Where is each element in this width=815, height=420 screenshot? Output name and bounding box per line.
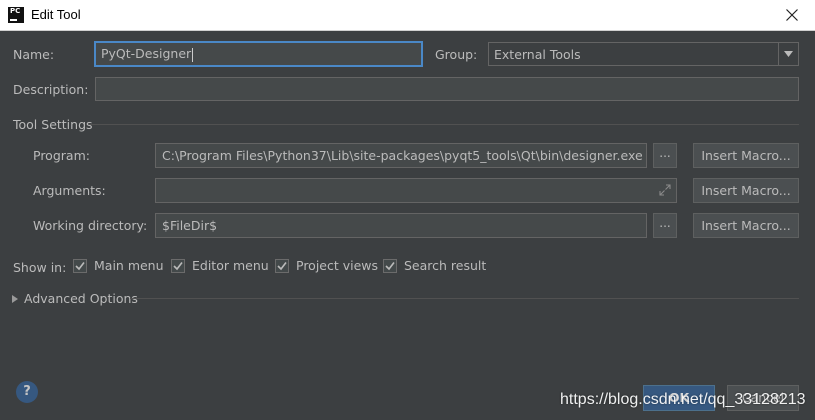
- pycharm-logo-icon: PC: [8, 7, 24, 23]
- checkbox-box[interactable]: [383, 259, 397, 273]
- checkbox-box[interactable]: [171, 259, 185, 273]
- checkmark-icon: [277, 262, 287, 271]
- group-dropdown-button[interactable]: [778, 43, 798, 65]
- working-directory-label: Working directory:: [33, 218, 148, 233]
- name-input-value: PyQt-Designer: [101, 46, 192, 61]
- working-directory-input[interactable]: $FileDir$: [155, 213, 647, 238]
- close-icon: [786, 9, 798, 21]
- search-result-checkbox-label: Search result: [404, 258, 487, 273]
- advanced-options-label: Advanced Options: [24, 291, 138, 306]
- main-menu-checkbox-label: Main menu: [94, 258, 164, 273]
- section-separator: [89, 124, 799, 125]
- program-insert-macro-button[interactable]: Insert Macro...: [693, 143, 799, 168]
- triangle-down-icon: [784, 51, 793, 57]
- checkbox-box[interactable]: [275, 259, 289, 273]
- name-input[interactable]: PyQt-Designer: [94, 41, 423, 67]
- group-label: Group:: [435, 47, 478, 62]
- arguments-insert-macro-button[interactable]: Insert Macro...: [693, 178, 799, 203]
- arguments-label: Arguments:: [33, 183, 106, 198]
- description-input[interactable]: [95, 77, 799, 101]
- working-directory-insert-macro-button[interactable]: Insert Macro...: [693, 213, 799, 238]
- name-label: Name:: [13, 47, 55, 62]
- editor-menu-checkbox-label: Editor menu: [192, 258, 269, 273]
- checkbox-box[interactable]: [73, 259, 87, 273]
- advanced-separator: [130, 298, 799, 299]
- text-caret: [192, 47, 194, 62]
- program-browse-button[interactable]: ...: [653, 143, 677, 168]
- description-label: Description:: [13, 82, 89, 97]
- expand-icon[interactable]: [658, 183, 672, 197]
- title-bar: PC Edit Tool: [0, 0, 815, 31]
- program-label: Program:: [33, 148, 90, 163]
- checkmark-icon: [385, 262, 395, 271]
- arguments-input[interactable]: [155, 178, 677, 203]
- triangle-right-icon: [12, 295, 18, 303]
- project-views-checkbox-label: Project views: [296, 258, 379, 273]
- help-button[interactable]: ?: [16, 381, 38, 403]
- group-combobox-value: External Tools: [494, 47, 581, 62]
- show-in-label: Show in:: [13, 260, 67, 275]
- checkmark-icon: [75, 262, 85, 271]
- checkmark-icon: [173, 262, 183, 271]
- working-directory-browse-button[interactable]: ...: [653, 213, 677, 238]
- program-input[interactable]: C:\Program Files\Python37\Lib\site-packa…: [155, 143, 647, 168]
- close-button[interactable]: [769, 0, 815, 31]
- group-combobox[interactable]: External Tools: [488, 42, 799, 66]
- window-title: Edit Tool: [31, 7, 81, 22]
- tool-settings-title: Tool Settings: [13, 117, 93, 132]
- watermark-text: https://blog.csdn.net/qq_33128213: [560, 391, 806, 408]
